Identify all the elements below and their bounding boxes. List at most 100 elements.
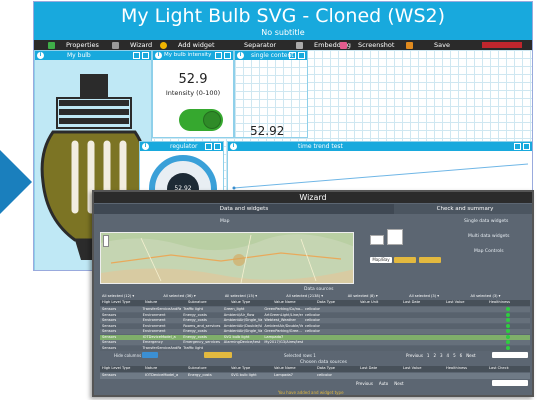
label-single-data-widgets: Single data widgets (464, 219, 509, 224)
single-content-value: 52.92 (250, 124, 285, 138)
close-dashboard-button[interactable] (482, 42, 522, 48)
reset-filters-button[interactable] (204, 352, 232, 358)
column-header[interactable]: Subnature (186, 366, 229, 371)
wizard-dialog: Wizard Data and widgets Check and summar… (92, 190, 534, 397)
page-link[interactable]: Next (394, 381, 403, 386)
table-row[interactable]: Sensors Environment Energy_costs AmbientAir… (100, 318, 530, 323)
table-row[interactable]: Sensors IOTDeviceModel_a Energy_costs SVG b… (100, 334, 530, 340)
toolbar-separator-button[interactable]: Separator (244, 41, 276, 49)
page-link[interactable]: 4 (447, 353, 450, 358)
info-icon[interactable]: i (142, 143, 149, 150)
widget-settings-icon[interactable] (289, 52, 296, 59)
column-header[interactable]: Last Date (358, 366, 401, 371)
map-zoom-control[interactable] (103, 235, 109, 247)
chosen-table-row[interactable]: Sensors IOTDeviceModel_a Energy_costs SVG b… (100, 373, 530, 379)
column-header[interactable]: Value Name (272, 300, 315, 305)
filter-dropdown[interactable]: All selected (3) ▾ (407, 294, 468, 299)
table-cell (465, 329, 506, 334)
widget-thumb-2[interactable] (387, 229, 403, 245)
toolbar-add-widget-button[interactable]: Add widget (160, 41, 215, 49)
page-link[interactable]: Previous (406, 353, 423, 358)
table-row[interactable]: Sensors TransferServiceAndRentingTraffic … (100, 307, 530, 312)
column-header[interactable]: Healthiness (487, 300, 530, 305)
column-header[interactable]: Value Name (272, 366, 315, 371)
table-row[interactable]: Sensors Emergency Emergency_services Alarmi… (100, 340, 530, 345)
info-icon[interactable]: i (237, 52, 244, 59)
column-header[interactable]: Nature (143, 300, 186, 305)
table-cell: Sensors (102, 329, 117, 333)
map-bay-button[interactable]: Map/Bay (370, 257, 392, 263)
toolbar-save-button[interactable]: Save (406, 41, 450, 49)
chosen-search-input[interactable] (492, 380, 528, 386)
tab-data-and-widgets[interactable]: Data and widgets (94, 204, 394, 214)
table-cell: IOTDeviceModel_a (145, 373, 179, 377)
widget-close-icon[interactable] (214, 143, 221, 150)
info-icon[interactable]: i (155, 52, 162, 59)
column-header[interactable]: Value Type (229, 366, 272, 371)
table-cell (384, 324, 425, 329)
tab-check-and-summary[interactable]: Check and summary (394, 204, 532, 214)
widget-settings-icon[interactable] (133, 52, 140, 59)
info-icon[interactable]: i (37, 52, 44, 59)
table-cell (344, 324, 385, 329)
widget-close-icon[interactable] (142, 52, 149, 59)
column-header[interactable]: Data Type (315, 366, 358, 371)
map-view[interactable] (100, 232, 354, 284)
page-link[interactable]: Auto (379, 381, 388, 386)
table-cell (465, 313, 506, 318)
widget-settings-icon[interactable] (205, 143, 212, 150)
option-button-2[interactable] (394, 257, 416, 263)
column-header[interactable]: Last Check (487, 366, 530, 371)
option-button-3[interactable] (419, 257, 441, 263)
table-cell (303, 340, 344, 345)
column-header[interactable]: Last Value (444, 300, 487, 305)
column-header[interactable]: High Level Type (100, 366, 143, 371)
table-cell: AmbientAir/Double/Value/Green Fieer (264, 323, 303, 328)
filter-dropdown[interactable]: All selected (3) ▾ (469, 294, 530, 299)
table-row[interactable]: Sensors TransferServiceAndRentingTraffic … (100, 345, 530, 351)
column-header[interactable]: Subnature (186, 300, 229, 305)
filter-dropdown[interactable]: All selected (36) ▾ (161, 294, 222, 299)
filter-dropdown[interactable]: All selected (2138) ▾ (284, 294, 345, 299)
table-cell (425, 340, 466, 345)
table-cell: AlarmingDevice/test (223, 340, 261, 344)
page-link[interactable]: Previous (356, 381, 373, 386)
filter-dropdown[interactable]: All selected (15) ▾ (223, 294, 284, 299)
widget-thumb-1[interactable] (370, 235, 384, 245)
column-header[interactable]: Data Type (315, 300, 358, 305)
wizard-body: Data and widgets Check and summary Map S… (94, 203, 532, 395)
filter-dropdown[interactable]: All selected (8) ▾ (346, 294, 407, 299)
page-link[interactable]: 6 (460, 353, 463, 358)
column-header[interactable]: Last Date (401, 300, 444, 305)
toolbar-screenshot-button[interactable]: Screenshot (340, 41, 394, 49)
widget-close-icon[interactable] (298, 52, 305, 59)
column-header[interactable]: Value Type (229, 300, 272, 305)
page-link[interactable]: Next (466, 353, 475, 358)
search-input[interactable] (492, 352, 528, 358)
widget-settings-icon[interactable] (215, 52, 222, 59)
column-header[interactable]: Nature (143, 366, 186, 371)
column-header[interactable]: High Level Type (100, 300, 143, 305)
widget-settings-icon[interactable] (514, 143, 521, 150)
table-row[interactable]: Sensors Environment Energy_costs Ambient/Ai… (100, 312, 530, 318)
table-cell: Green_light (223, 307, 245, 311)
column-header[interactable]: Last Value (401, 366, 444, 371)
page-link[interactable]: 5 (453, 353, 456, 358)
table-row[interactable]: Sensors Environment Rooms_and_services Ambi… (100, 323, 530, 329)
page-link[interactable]: 3 (440, 353, 443, 358)
hide-columns-select[interactable] (142, 352, 158, 358)
power-toggle[interactable] (179, 109, 223, 131)
info-icon[interactable]: i (230, 143, 237, 150)
widget-close-icon[interactable] (224, 52, 231, 59)
page-link[interactable]: 1 (427, 353, 430, 358)
table-cell (344, 340, 385, 345)
toolbar-wizard-button[interactable]: Wizard (112, 41, 152, 49)
table-row[interactable]: Sensors Environment Energy_costs AmbientAir… (100, 329, 530, 334)
column-header[interactable]: Healthiness (444, 366, 487, 371)
toolbar-properties-button[interactable]: Properties (48, 41, 99, 49)
filter-dropdown[interactable]: All selected (12) ▾ (100, 294, 161, 299)
column-header[interactable]: Value Unit (358, 300, 401, 305)
page-link[interactable]: 2 (433, 353, 436, 358)
widget-close-icon[interactable] (523, 143, 530, 150)
table-cell: IOTDeviceModel_a (142, 334, 176, 339)
